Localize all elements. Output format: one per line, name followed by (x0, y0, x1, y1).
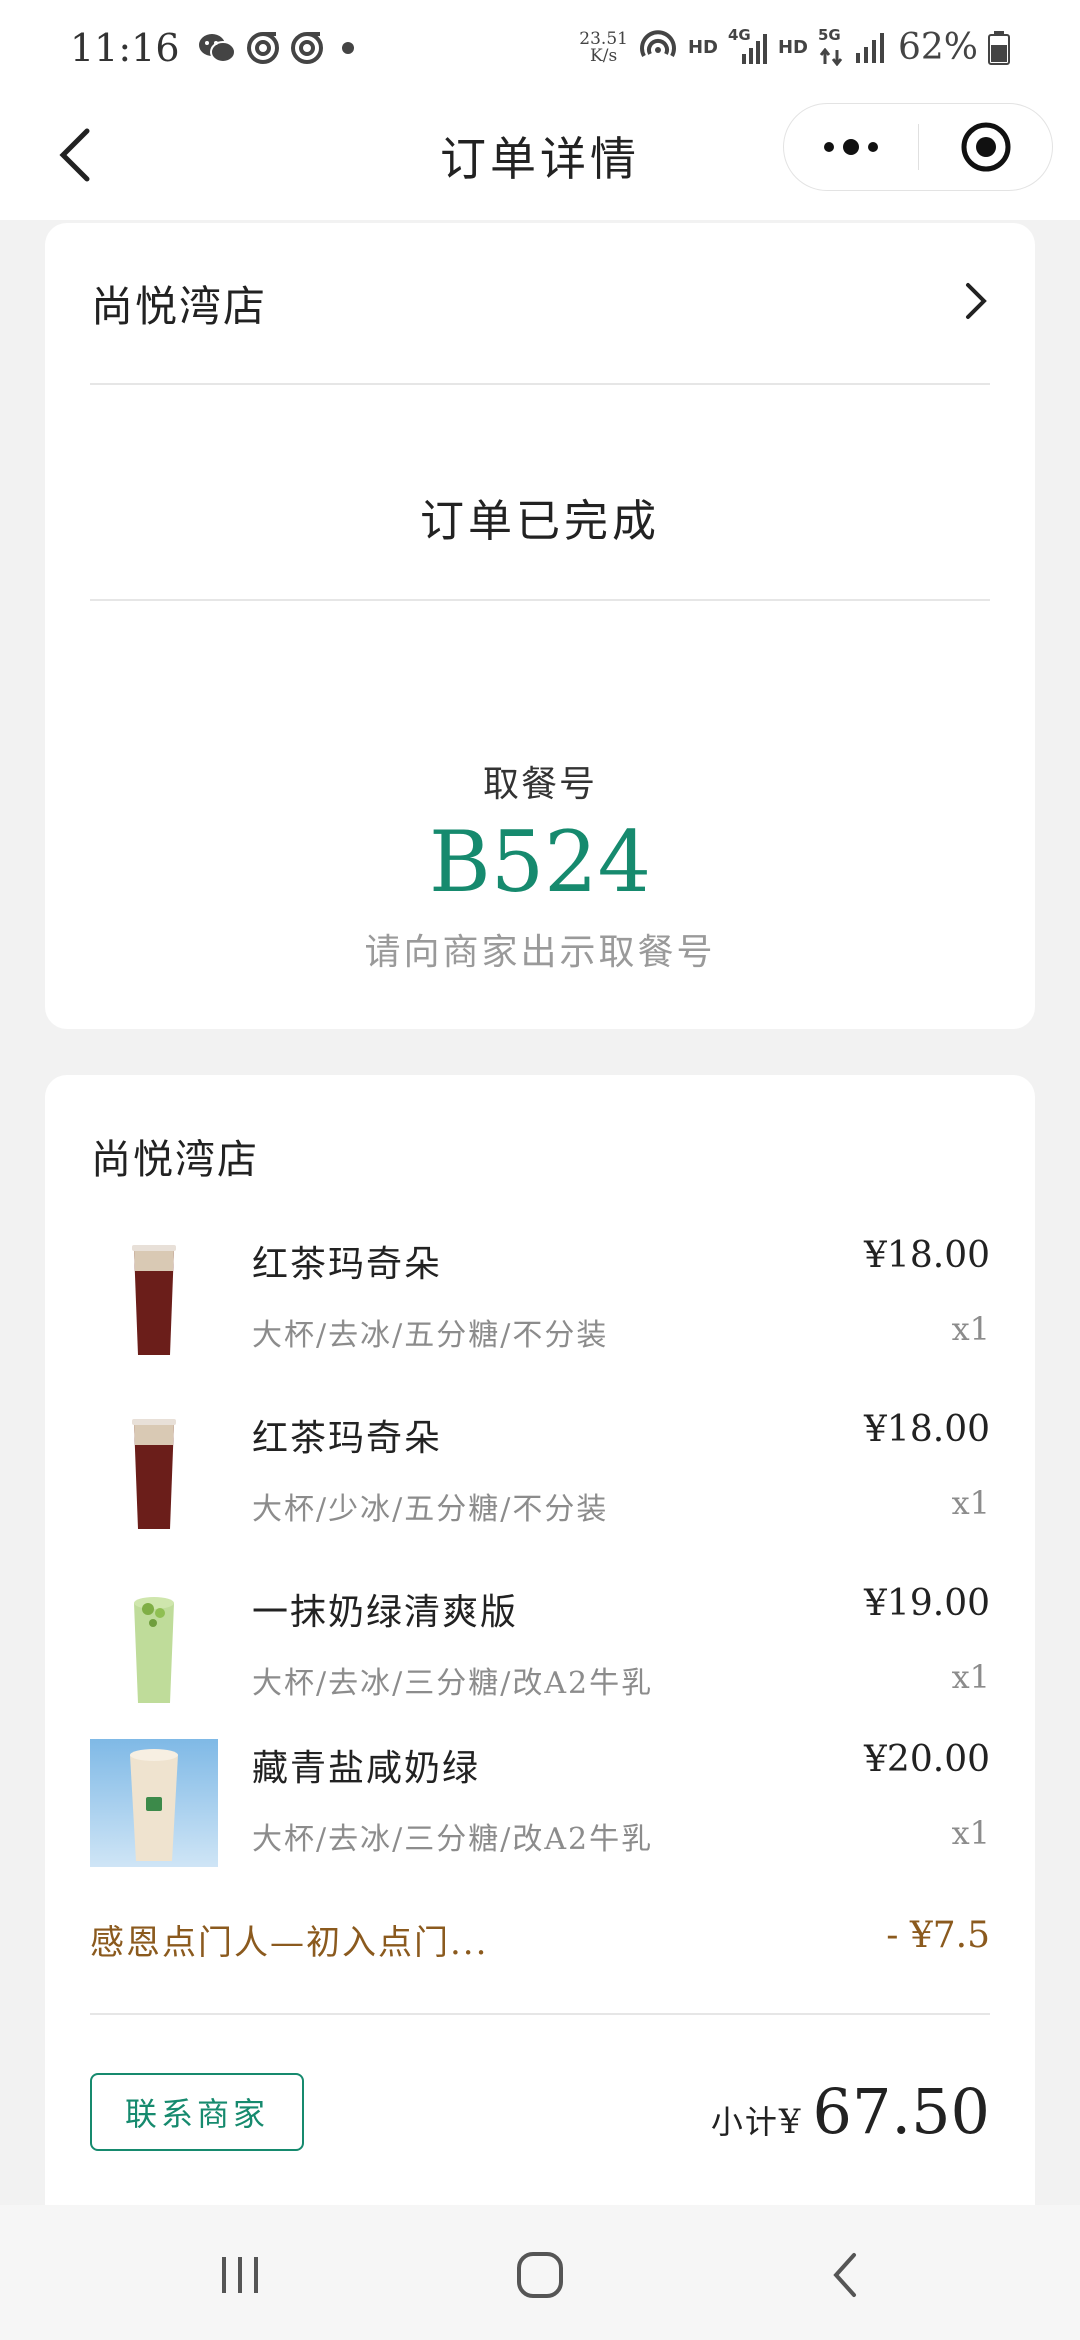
item-name: 藏青盐咸奶绿 (252, 1748, 481, 1789)
system-nav-bar (0, 2205, 1080, 2340)
hotspot-icon (640, 29, 676, 57)
more-notifications-dot (341, 41, 354, 54)
subtotal-currency: ¥ (778, 2102, 801, 2142)
item-price: ¥18.00 (864, 1409, 990, 1450)
item-qty: x1 (951, 1310, 990, 1348)
back-arrow-icon (833, 2253, 856, 2297)
weibo-icon (246, 31, 279, 64)
target-close-icon (961, 122, 1010, 172)
miniprogram-capsule (783, 103, 1053, 191)
nav-bar: 订单详情 (0, 95, 1080, 220)
divider (90, 599, 990, 601)
battery-percent: 62% (897, 27, 978, 68)
more-dots-icon (824, 139, 878, 155)
salted-milk-cup-thumbnail (90, 1739, 218, 1867)
subtotal-value: 67.50 (812, 2075, 991, 2148)
weibo-icon-2 (290, 31, 323, 64)
signal-bars-icon-2 (855, 32, 884, 63)
signal-4g: 4G (728, 26, 768, 66)
item-spec: 大杯/去冰/三分糖/改A2牛乳 (252, 1822, 654, 1857)
item-price: ¥18.00 (864, 1235, 990, 1276)
signal-bars-icon (741, 33, 767, 64)
item-spec: 大杯/少冰/五分糖/不分装 (252, 1492, 609, 1527)
close-miniprogram-button[interactable] (919, 104, 1052, 190)
item-price: ¥19.00 (864, 1583, 990, 1624)
order-items-card: 尚悦湾店 红茶玛奇朵 大杯/去冰/五分糖/不分装 ¥18.00 x1 红茶玛奇朵 (45, 1075, 1035, 2205)
tea-cup-thumbnail (90, 1409, 218, 1537)
chevron-right-icon (963, 281, 989, 325)
net-speed: 23.51 K/s (579, 28, 628, 66)
home-icon (517, 2252, 563, 2298)
hd-badge-1: HD (687, 37, 718, 58)
battery-icon (988, 30, 1010, 65)
signal-5g: 5G (818, 26, 844, 66)
system-back-button[interactable] (805, 2235, 885, 2315)
order-item: 红茶玛奇朵 大杯/去冰/五分糖/不分装 ¥18.00 x1 (90, 1235, 990, 1365)
order-item: 红茶玛奇朵 大杯/少冰/五分糖/不分装 ¥18.00 x1 (90, 1409, 990, 1539)
more-button[interactable] (784, 104, 918, 190)
hd-badge-2: HD (777, 37, 808, 58)
wechat-icon (198, 33, 236, 63)
subtotal-label: 小计 (710, 2103, 779, 2141)
status-right: 23.51 K/s HD 4G HD 5G 62% (579, 26, 1010, 68)
notification-icons (198, 31, 324, 65)
tea-cup-thumbnail (90, 1235, 218, 1363)
item-qty: x1 (951, 1484, 990, 1522)
store-name: 尚悦湾店 (91, 281, 268, 331)
order-item: 一抹奶绿清爽版 大杯/去冰/三分糖/改A2牛乳 ¥19.00 x1 (90, 1583, 990, 1713)
discount-amount: - ¥7.5 (886, 1915, 990, 1956)
status-time: 11:16 (70, 25, 180, 70)
item-spec: 大杯/去冰/五分糖/不分装 (252, 1318, 609, 1353)
store-link[interactable]: 尚悦湾店 (45, 223, 1035, 383)
pickup-number: B524 (428, 813, 652, 911)
discount-row: 感恩点门人—初入点门... - ¥7.5 (90, 1915, 990, 1965)
order-status: 订单已完成 (420, 496, 660, 547)
pickup-hint: 请向商家出示取餐号 (364, 932, 716, 973)
item-price: ¥20.00 (864, 1739, 990, 1780)
order-item: 藏青盐咸奶绿 大杯/去冰/三分糖/改A2牛乳 ¥20.00 x1 (90, 1739, 990, 1869)
order-status-card: 尚悦湾店 订单已完成 取餐号 B524 请向商家出示取餐号 (45, 223, 1035, 1029)
item-name: 红茶玛奇朵 (252, 1244, 443, 1285)
discount-name: 感恩点门人—初入点门... (90, 1923, 489, 1963)
status-bar: 11:16 23.51 K/s HD 4G HD 5G 62% (0, 0, 1080, 95)
pickup-label: 取餐号 (482, 764, 597, 805)
subtotal: 小计 ¥ 67.50 (711, 2075, 990, 2148)
recent-apps-button[interactable] (200, 2235, 280, 2315)
recent-apps-icon (222, 2257, 258, 2293)
home-button[interactable] (500, 2235, 580, 2315)
divider (90, 383, 990, 385)
green-milk-cup-thumbnail (90, 1583, 218, 1711)
items-store-name: 尚悦湾店 (91, 1137, 259, 1183)
item-qty: x1 (951, 1814, 990, 1852)
contact-merchant-button[interactable]: 联系商家 (90, 2073, 304, 2151)
item-spec: 大杯/去冰/三分糖/改A2牛乳 (252, 1666, 654, 1701)
item-name: 一抹奶绿清爽版 (252, 1592, 519, 1633)
item-qty: x1 (951, 1658, 990, 1696)
item-name: 红茶玛奇朵 (252, 1418, 443, 1459)
divider (90, 2013, 990, 2015)
data-arrows-icon (819, 47, 843, 66)
